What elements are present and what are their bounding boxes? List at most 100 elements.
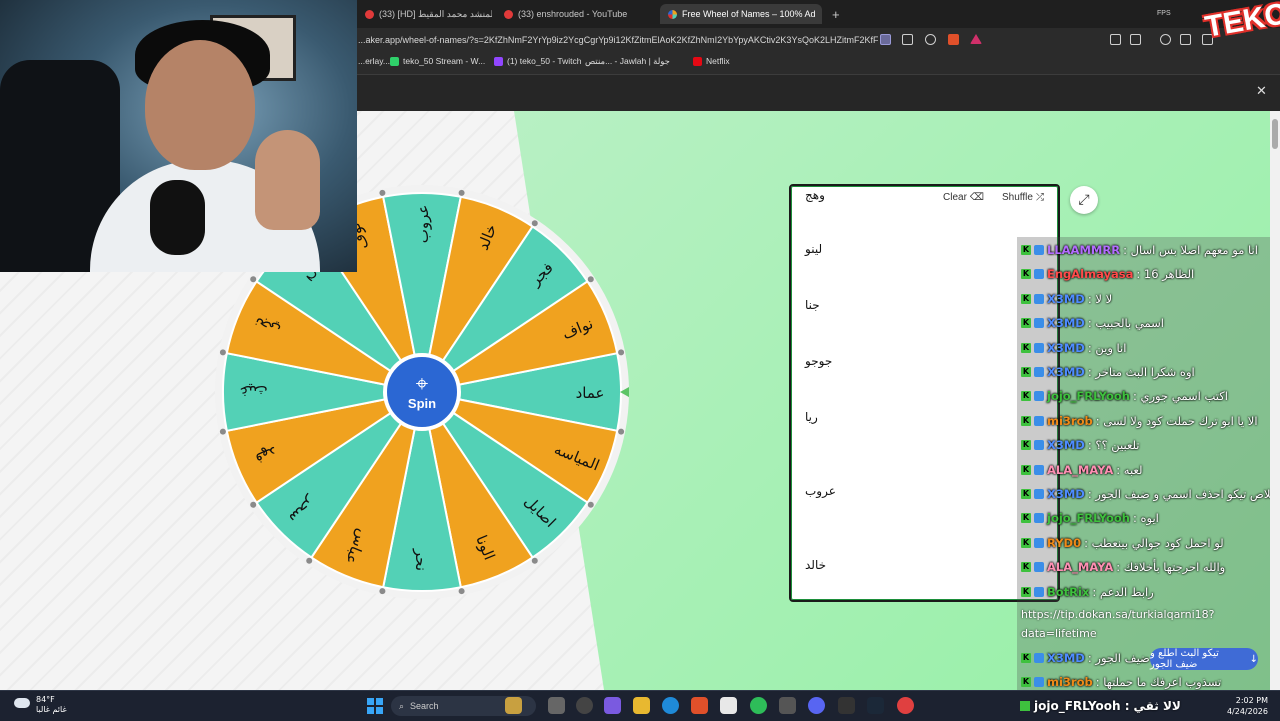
- chat-message: K X3MD: خلاص تيكو احذف اسمي و ضيف الجور: [1021, 483, 1270, 505]
- tab-wheel-of-names[interactable]: Free Wheel of Names – 100% Ad ×: [660, 4, 822, 24]
- chat-text: : رابط الدعم: [1092, 584, 1154, 599]
- netflix-icon: [693, 56, 702, 66]
- chat-username[interactable]: mi3rob: [1047, 414, 1093, 428]
- entry-item[interactable]: ريا: [805, 410, 818, 424]
- tab-youtube[interactable]: (33) enshrouded - YouTube: [496, 4, 656, 24]
- page-scrollbar[interactable]: [1270, 111, 1280, 690]
- new-tab-button[interactable]: +: [824, 4, 844, 24]
- chat-message: Kjojo_FRLYooh: ايوه: [1021, 507, 1266, 529]
- sidebar-icon[interactable]: [1180, 34, 1191, 45]
- ticker-text: لالا ثقي: [1133, 699, 1181, 713]
- spin-button[interactable]: ⌖ Spin: [383, 353, 461, 431]
- brave-shield-icon[interactable]: [948, 34, 959, 45]
- bookmark-jawlah[interactable]: منتص... - Jawlah | جولة: [585, 56, 670, 67]
- widget-icon[interactable]: [505, 697, 522, 714]
- whatsapp-icon[interactable]: [750, 697, 767, 714]
- entry-item[interactable]: خالد: [805, 558, 826, 572]
- kick-badge-icon: K: [1021, 245, 1031, 255]
- screenshot-icon[interactable]: [1130, 34, 1141, 45]
- weather-desc: غائم غالبا: [36, 705, 67, 714]
- chat-username[interactable]: X3MD: [1047, 341, 1085, 355]
- chat-message: K RYD0: لو احمل كود جوالي بينعطب: [1021, 532, 1266, 554]
- sub-badge-icon: [1034, 245, 1044, 255]
- chat-username[interactable]: mi3rob: [1047, 675, 1093, 689]
- extensions-icon[interactable]: [1110, 34, 1121, 45]
- clear-label: Clear: [943, 192, 967, 203]
- task-view-icon[interactable]: [548, 697, 565, 714]
- rim-peg: [219, 349, 226, 356]
- scroll-thumb[interactable]: [1272, 119, 1278, 149]
- kick-badge-icon: K: [1021, 562, 1031, 573]
- streamer-face: [145, 40, 255, 170]
- kick-badge-icon: K: [1021, 489, 1031, 499]
- kick-icon: [390, 56, 399, 66]
- chat-username[interactable]: RYD0: [1047, 536, 1081, 550]
- edge-icon[interactable]: [662, 697, 679, 714]
- scroll-down-button[interactable]: تيكو البث اطلع و ضيف الجور ↓: [1150, 648, 1258, 670]
- music-icon[interactable]: [1160, 34, 1171, 45]
- chat-text: : اسمي بالحبيب: [1087, 316, 1164, 331]
- chat-username[interactable]: ALA_MAYA: [1047, 560, 1113, 574]
- wheel-segment-label: عماد: [576, 384, 605, 402]
- brave-icon[interactable]: [691, 697, 708, 714]
- obs-icon[interactable]: [576, 697, 593, 714]
- bookmark-netflix[interactable]: Netflix: [693, 56, 730, 66]
- chat-username[interactable]: jojo_FRLYooh: [1047, 511, 1130, 525]
- chat-message: Kmi3rob: الا يا ابو ترك حملت كود ولا لسى: [1021, 410, 1266, 432]
- app-icon[interactable]: [779, 697, 796, 714]
- share-icon[interactable]: [925, 34, 936, 45]
- store-icon[interactable]: [720, 697, 737, 714]
- tab-nasheed[interactable]: (33) [HD] عبد الإله للمنشد محمد المقيط: [357, 4, 492, 24]
- copilot-icon[interactable]: [604, 697, 621, 714]
- microphone: [150, 180, 205, 255]
- kick-badge-icon: K: [1021, 677, 1031, 687]
- chat-username[interactable]: BotRix: [1047, 585, 1089, 599]
- chat-username[interactable]: X3MD: [1047, 316, 1085, 330]
- url-field[interactable]: ...aker.app/wheel-of-names/?s=2KfZhNmF2Y…: [358, 31, 878, 49]
- chat-username[interactable]: X3MD: [1047, 292, 1085, 306]
- rewards-icon[interactable]: [970, 34, 982, 44]
- entry-item[interactable]: عروب: [805, 484, 836, 498]
- reader-mode-icon[interactable]: [880, 34, 891, 45]
- entry-item[interactable]: جوجو: [805, 354, 832, 368]
- bookmark-stream[interactable]: teko_50 Stream - W...: [390, 56, 485, 66]
- shuffle-button[interactable]: Shuffle ⤮: [1002, 192, 1044, 203]
- entry-item[interactable]: وهج: [805, 188, 825, 202]
- page-icon[interactable]: [902, 34, 913, 45]
- kick-badge-icon: K: [1021, 513, 1031, 524]
- windows-start-icon[interactable]: [367, 698, 383, 714]
- steam-icon[interactable]: [867, 697, 884, 714]
- bookmark-twitch[interactable]: (1) teko_50 - Twitch: [494, 56, 582, 66]
- entry-item[interactable]: لينو: [805, 242, 822, 256]
- entry-item[interactable]: جنا: [805, 298, 820, 312]
- chat-username[interactable]: jojo_FRLYooh: [1047, 389, 1130, 403]
- chat-username[interactable]: X3MD: [1047, 651, 1085, 665]
- close-modal-icon[interactable]: ✕: [1256, 84, 1267, 99]
- bookmark-overlay[interactable]: ...erlay...: [358, 56, 390, 66]
- sub-badge-icon: [1034, 513, 1044, 524]
- chat-username[interactable]: X3MD: [1047, 487, 1085, 501]
- clear-button[interactable]: Clear ⌫: [943, 192, 984, 203]
- kick-badge-icon: K: [1021, 318, 1031, 329]
- sub-badge-icon: [1034, 464, 1044, 475]
- chat-username[interactable]: X3MD: [1047, 438, 1085, 452]
- kick-badge-icon: K: [1021, 653, 1031, 663]
- donation-link[interactable]: https://tip.dokan.sa/turkialqarni18?data…: [1021, 605, 1261, 643]
- rim-peg: [306, 557, 313, 564]
- weather-widget[interactable]: 84°F غائم غالبا: [14, 695, 67, 715]
- chat-username[interactable]: LLAAMMRR: [1047, 243, 1120, 257]
- file-explorer-icon[interactable]: [633, 697, 650, 714]
- sub-badge-icon: [1034, 586, 1044, 597]
- bookmark-label: Netflix: [706, 56, 730, 66]
- chat-message: K X3MD: اسمي بالحبيب: [1021, 312, 1266, 334]
- settings-icon[interactable]: [897, 697, 914, 714]
- fullscreen-icon[interactable]: ⤢: [1070, 186, 1098, 214]
- kick-badge-icon: K: [1021, 367, 1031, 377]
- chat-username[interactable]: X3MD: [1047, 365, 1085, 379]
- discord-icon[interactable]: [808, 697, 825, 714]
- terminal-icon[interactable]: [838, 697, 855, 714]
- clock[interactable]: 2:02 PM 4/24/2026: [1220, 695, 1268, 717]
- chat-username[interactable]: ALA_MAYA: [1047, 463, 1113, 477]
- chat-username[interactable]: EngAlmayasa: [1047, 267, 1133, 281]
- tab-label: Free Wheel of Names – 100% Ad: [682, 9, 816, 19]
